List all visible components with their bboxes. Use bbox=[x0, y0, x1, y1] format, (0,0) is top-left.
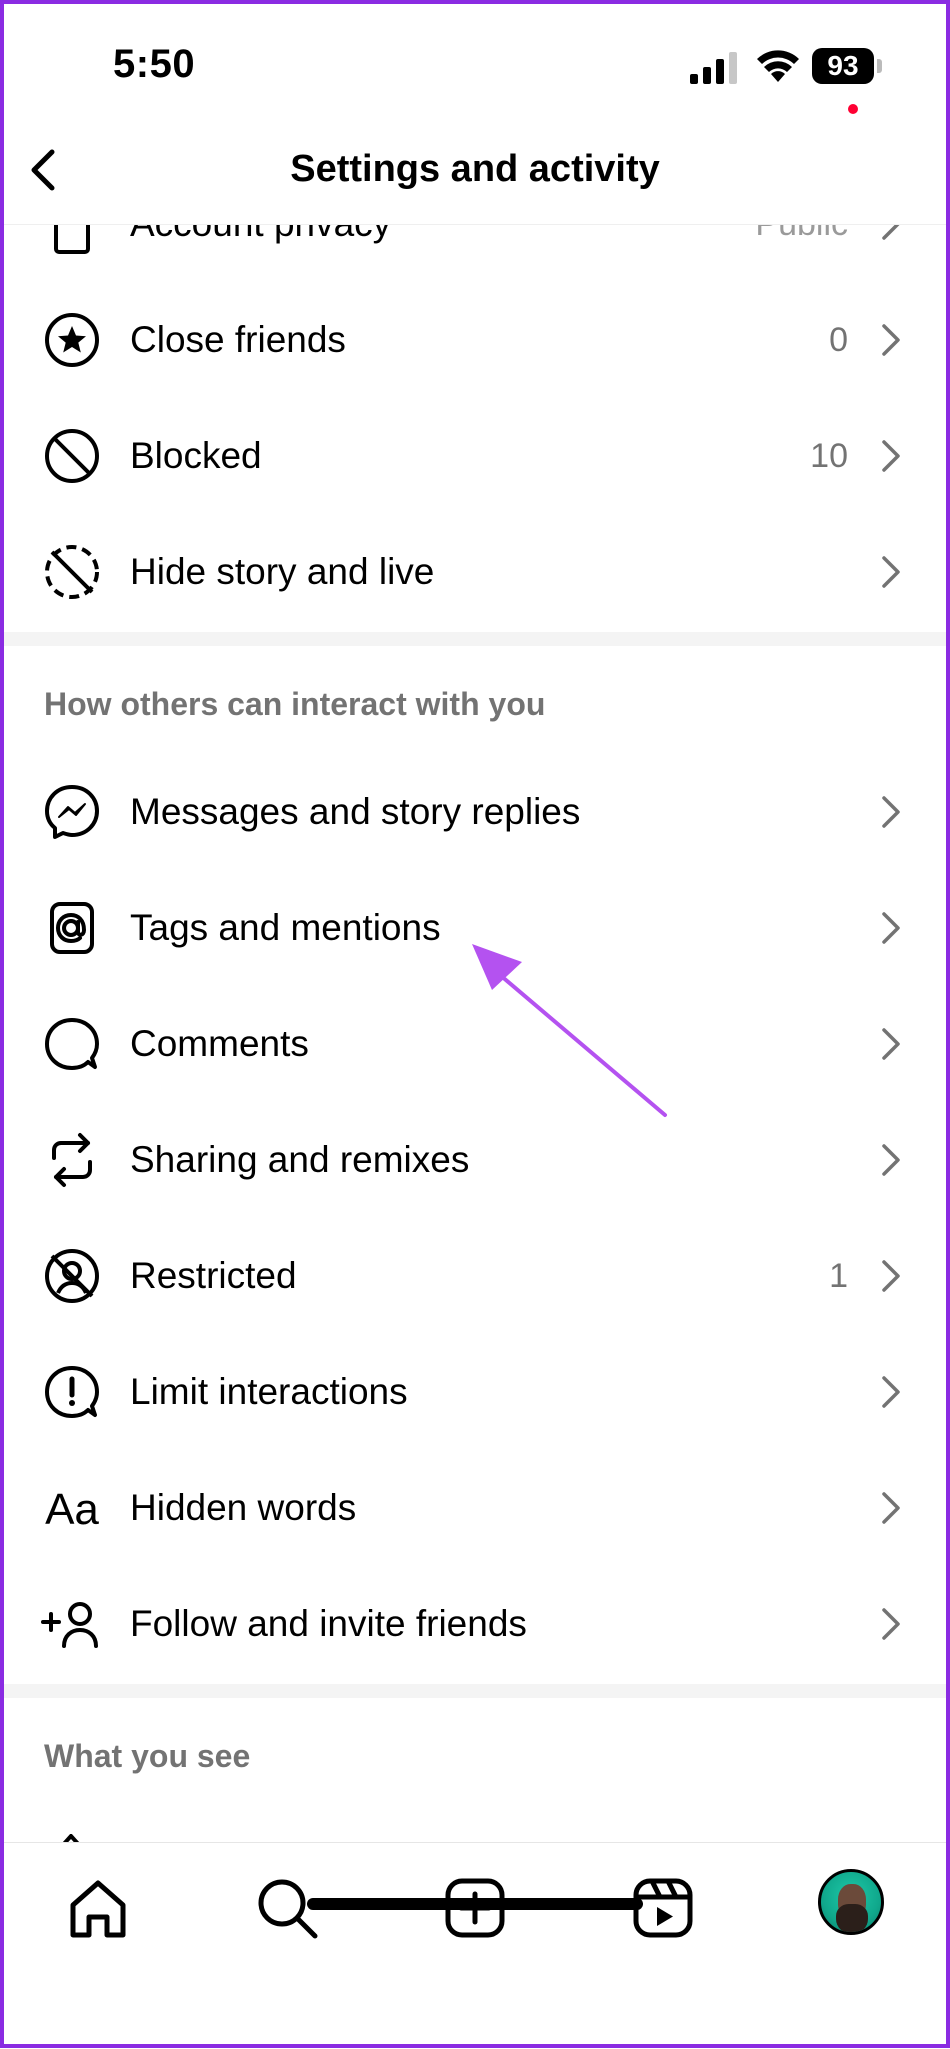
restricted-icon bbox=[45, 1249, 99, 1303]
status-bar: 5:50 93 bbox=[0, 0, 950, 120]
chevron-right-icon bbox=[882, 324, 900, 356]
blocked-icon bbox=[45, 429, 99, 483]
row-label: Close friends bbox=[130, 319, 346, 360]
status-time: 5:50 bbox=[113, 42, 196, 86]
chevron-right-icon bbox=[882, 1028, 900, 1060]
row-value: Public bbox=[755, 224, 848, 244]
lock-icon bbox=[54, 224, 90, 254]
notification-dot bbox=[848, 104, 858, 114]
battery-indicator: 93 bbox=[812, 48, 884, 84]
chevron-right-icon bbox=[882, 1492, 900, 1524]
chevron-right-icon bbox=[882, 224, 900, 240]
row-hide-story[interactable]: Hide story and live bbox=[0, 514, 950, 630]
profile-avatar[interactable] bbox=[818, 1869, 884, 1935]
header: Settings and activity bbox=[0, 120, 950, 225]
chevron-right-icon bbox=[882, 556, 900, 588]
row-restricted[interactable]: Restricted 1 bbox=[0, 1218, 950, 1334]
row-close-friends[interactable]: Close friends 0 bbox=[0, 282, 950, 398]
chevron-right-icon bbox=[882, 912, 900, 944]
star-circle-icon bbox=[45, 313, 99, 367]
row-label: Account privacy bbox=[130, 224, 391, 245]
row-label: Messages and story replies bbox=[130, 791, 581, 832]
row-label: Restricted bbox=[130, 1255, 297, 1296]
add-person-icon bbox=[41, 1602, 98, 1648]
chevron-right-icon bbox=[882, 1608, 900, 1640]
row-account-privacy[interactable]: Account privacy Public bbox=[0, 224, 950, 282]
section-divider bbox=[0, 632, 950, 646]
at-sign-icon bbox=[50, 902, 94, 954]
home-indicator bbox=[307, 1898, 643, 1910]
hide-story-icon bbox=[45, 545, 99, 599]
wifi-icon bbox=[757, 50, 799, 82]
battery-level: 93 bbox=[812, 48, 874, 84]
section-title-interact: How others can interact with you bbox=[44, 686, 546, 722]
chevron-right-icon bbox=[882, 1260, 900, 1292]
row-blocked[interactable]: Blocked 10 bbox=[0, 398, 950, 514]
row-label: Blocked bbox=[130, 435, 262, 476]
row-label: Sharing and remixes bbox=[130, 1139, 470, 1180]
row-label: Limit interactions bbox=[130, 1371, 408, 1412]
partial-row-icon bbox=[62, 1834, 80, 1842]
comment-icon bbox=[45, 1018, 99, 1070]
row-label: Follow and invite friends bbox=[130, 1603, 527, 1644]
row-hidden-words[interactable]: Aa Hidden words bbox=[0, 1450, 950, 1566]
home-icon[interactable] bbox=[63, 1873, 133, 1943]
row-label: Tags and mentions bbox=[130, 907, 441, 948]
svg-text:Aa: Aa bbox=[45, 1485, 99, 1534]
row-value: 10 bbox=[810, 436, 848, 475]
chevron-right-icon bbox=[882, 1144, 900, 1176]
row-value: 1 bbox=[829, 1256, 848, 1295]
row-value: 0 bbox=[829, 320, 848, 359]
battery-tip bbox=[877, 59, 882, 73]
messenger-icon bbox=[45, 785, 99, 839]
page-title: Settings and activity bbox=[290, 148, 660, 190]
chevron-right-icon bbox=[882, 440, 900, 472]
row-label: Hide story and live bbox=[130, 551, 435, 592]
row-follow-invite[interactable]: Follow and invite friends bbox=[0, 1566, 950, 1682]
row-label: Hidden words bbox=[130, 1487, 357, 1528]
section-divider bbox=[0, 1684, 950, 1698]
limit-icon bbox=[45, 1366, 99, 1418]
row-limit-interactions[interactable]: Limit interactions bbox=[0, 1334, 950, 1450]
hidden-words-icon: Aa bbox=[45, 1485, 99, 1534]
row-messages[interactable]: Messages and story replies bbox=[0, 754, 950, 870]
row-label: Comments bbox=[130, 1023, 309, 1064]
chevron-right-icon bbox=[882, 796, 900, 828]
section-title-what-you-see: What you see bbox=[44, 1738, 251, 1774]
remix-icon bbox=[52, 1133, 92, 1187]
bottom-nav bbox=[0, 1842, 950, 2049]
avatar-beard bbox=[836, 1904, 868, 1932]
chevron-right-icon bbox=[882, 1376, 900, 1408]
cellular-signal-icon bbox=[690, 52, 737, 84]
annotation-arrow bbox=[472, 944, 667, 1117]
